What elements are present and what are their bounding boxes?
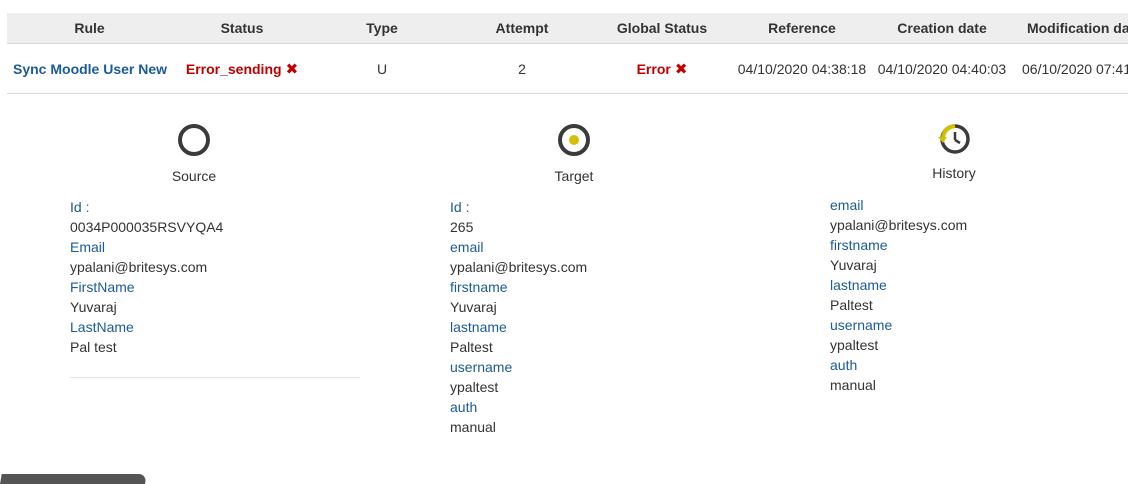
rule-cell: Sync Moodle User New	[7, 43, 172, 94]
error-x-icon: ✖	[285, 60, 299, 78]
field-value: Paltest	[830, 297, 873, 313]
field-value: 0034P000035RSVYQA4	[70, 219, 224, 235]
history-fields: email ypalani@britesys.com firstname Yuv…	[830, 195, 967, 395]
rule-link[interactable]: Sync Moodle User New	[13, 61, 167, 77]
field-key: username	[830, 317, 893, 333]
field-key: lastname	[450, 319, 507, 335]
column-header-modification-date[interactable]: Modification date	[1012, 13, 1128, 44]
field-value: Yuvaraj	[830, 257, 877, 273]
source-fields: Id : 0034P000035RSVYQA4 Email ypalani@br…	[70, 197, 223, 357]
column-header-creation-date[interactable]: Creation date	[872, 13, 1012, 44]
field-key: FirstName	[70, 279, 135, 295]
field-key: auth	[450, 399, 478, 415]
horizontal-scrollbar[interactable]	[0, 474, 147, 484]
source-divider	[70, 377, 360, 378]
field-value: ypaltest	[830, 337, 879, 353]
modification-date-cell: 06/10/2020 07:41	[1012, 43, 1128, 94]
field-value: 265	[450, 219, 474, 235]
field-key: LastName	[70, 319, 134, 335]
field-key: firstname	[450, 279, 508, 295]
field-value: Yuvaraj	[450, 299, 497, 315]
field-key: firstname	[830, 237, 888, 253]
field-key: lastname	[830, 277, 887, 293]
source-header: Source	[94, 122, 294, 184]
type-cell: U	[312, 43, 452, 94]
circle-ring-icon	[178, 124, 210, 156]
target-fields: Id : 265 email ypalani@britesys.com firs…	[450, 197, 587, 437]
field-value: ypalani@britesys.com	[450, 259, 588, 275]
status-cell: Error_sending ✖	[172, 43, 312, 94]
field-key: Email	[70, 239, 106, 255]
field-value: ypaltest	[450, 379, 499, 395]
document-table: Rule Status Type Attempt Global Status R…	[7, 13, 1128, 94]
creation-date-cell: 04/10/2020 04:40:03	[872, 43, 1012, 94]
attempt-cell: 2	[452, 43, 592, 94]
table-header-row: Rule Status Type Attempt Global Status R…	[7, 13, 1128, 44]
field-key: Id :	[450, 199, 470, 215]
column-header-rule[interactable]: Rule	[7, 13, 172, 44]
status-text: Error_sending	[185, 60, 282, 77]
source-title: Source	[171, 168, 217, 184]
history-header: History	[854, 121, 1054, 181]
global-status-cell: Error ✖	[592, 43, 732, 94]
field-key: email	[830, 197, 864, 213]
column-header-reference[interactable]: Reference	[732, 13, 872, 44]
field-value: Paltest	[450, 339, 493, 355]
global-status-text: Error	[636, 60, 671, 77]
field-key: username	[450, 359, 513, 375]
field-value: Yuvaraj	[70, 299, 117, 315]
field-value: Pal test	[70, 339, 117, 355]
column-header-global-status[interactable]: Global Status	[592, 13, 732, 44]
target-dot-icon	[558, 124, 590, 156]
field-key: email	[450, 239, 484, 255]
field-value: manual	[830, 377, 876, 393]
column-header-type[interactable]: Type	[312, 13, 452, 44]
history-title: History	[932, 165, 976, 181]
error-x-icon: ✖	[674, 60, 688, 78]
column-header-attempt[interactable]: Attempt	[452, 13, 592, 44]
history-clock-icon	[938, 124, 970, 154]
field-value: ypalani@britesys.com	[70, 259, 208, 275]
field-key: Id :	[70, 199, 90, 215]
field-value: manual	[450, 419, 496, 435]
column-header-status[interactable]: Status	[172, 13, 312, 44]
field-key: auth	[830, 357, 858, 373]
target-title: Target	[554, 168, 594, 184]
field-value: ypalani@britesys.com	[830, 217, 968, 233]
target-header: Target	[474, 122, 674, 184]
reference-cell: 04/10/2020 04:38:18	[732, 43, 872, 94]
table-row: Sync Moodle User New Error_sending ✖ U 2 …	[7, 43, 1128, 94]
